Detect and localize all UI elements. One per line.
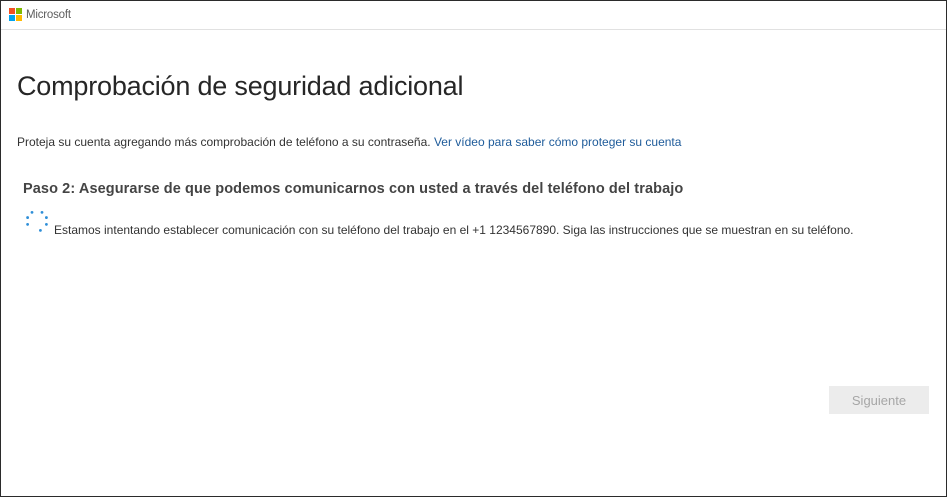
microsoft-logo: Microsoft bbox=[9, 8, 71, 22]
logo-square-blue bbox=[9, 15, 15, 21]
page-title: Comprobación de seguridad adicional bbox=[17, 71, 464, 101]
logo-square-green bbox=[16, 8, 22, 14]
spinner-dot bbox=[45, 216, 48, 219]
page-frame: Microsoft Comprobación de seguridad adic… bbox=[0, 0, 947, 497]
brand-name: Microsoft bbox=[26, 9, 71, 21]
microsoft-logo-icon bbox=[9, 8, 23, 22]
security-video-link[interactable]: Ver vídeo para saber cómo proteger su cu… bbox=[434, 135, 681, 149]
logo-square-yellow bbox=[16, 15, 22, 21]
next-button[interactable]: Siguiente bbox=[829, 386, 929, 414]
spinner-dot bbox=[45, 223, 48, 226]
spinner-dot bbox=[39, 229, 42, 232]
spinner-dot bbox=[26, 216, 29, 219]
intro-paragraph: Proteja su cuenta agregando más comproba… bbox=[17, 135, 681, 149]
logo-square-red bbox=[9, 8, 15, 14]
call-status-text: Estamos intentando establecer comunicaci… bbox=[54, 223, 854, 237]
spinner-dot bbox=[30, 210, 34, 214]
step-heading: Paso 2: Asegurarse de que podemos comuni… bbox=[23, 181, 684, 197]
header-bar: Microsoft bbox=[1, 1, 946, 30]
intro-text: Proteja su cuenta agregando más comproba… bbox=[17, 135, 431, 149]
loading-spinner-icon bbox=[26, 210, 48, 232]
spinner-dot bbox=[40, 210, 44, 214]
spinner-dot bbox=[26, 223, 29, 226]
